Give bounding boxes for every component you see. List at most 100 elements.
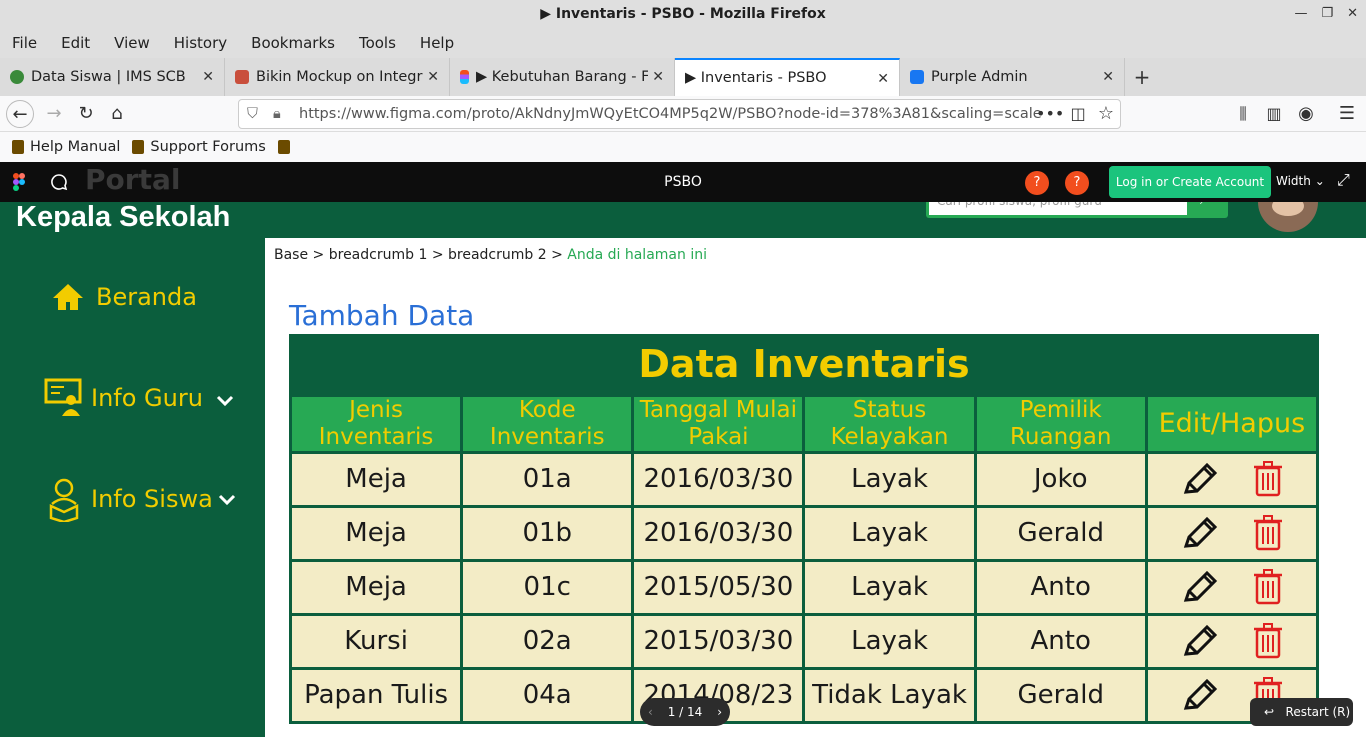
tab-inventaris[interactable]: ▶ Inventaris - PSBO ✕: [675, 58, 900, 96]
figma-favicon-icon: [460, 70, 469, 84]
library-icon[interactable]: ⫼: [1229, 100, 1257, 128]
cell-kode: 04a: [460, 666, 635, 724]
menu-help[interactable]: Help: [408, 34, 466, 52]
delete-trash-icon[interactable]: [1253, 569, 1282, 605]
search-icon[interactable]: ⌕: [1200, 202, 1209, 209]
breadcrumb-2[interactable]: breadcrumb 2: [448, 247, 547, 263]
bookmark-help-manual[interactable]: Help Manual: [12, 139, 120, 155]
close-tab-icon[interactable]: ✕: [1102, 69, 1114, 85]
chevron-down-icon[interactable]: [218, 491, 236, 509]
home-icon[interactable]: ⌂: [103, 100, 131, 128]
app-header: Kepala Sekolah Cari profil siswa, profil…: [0, 202, 1366, 238]
bookmark-unnamed[interactable]: [277, 140, 296, 154]
close-tab-icon[interactable]: ✕: [652, 69, 664, 85]
header-kode: Kode Inventaris: [460, 393, 635, 454]
tab-data-siswa[interactable]: Data Siswa | IMS SCB ✕: [0, 58, 225, 96]
close-window-button[interactable]: ✕: [1347, 0, 1358, 28]
close-tab-icon[interactable]: ✕: [877, 71, 889, 87]
table-row: Meja 01b 2016/03/30 Layak Gerald: [288, 504, 1320, 562]
window-controls: — ❐ ✕: [1294, 0, 1358, 28]
bookmark-support-forums[interactable]: Support Forums: [132, 139, 266, 155]
comment-icon[interactable]: [50, 173, 68, 191]
bookmark-label: Support Forums: [150, 139, 266, 155]
breadcrumb-current: Anda di halaman ini: [567, 247, 707, 263]
favicon-icon: [10, 70, 24, 84]
bookmarks-bar: Help Manual Support Forums: [0, 132, 1366, 162]
menu-view[interactable]: View: [102, 34, 162, 52]
student-icon: [49, 478, 79, 522]
bookmark-favicon-icon: [132, 140, 145, 154]
tab-bikin-mockup[interactable]: Bikin Mockup on Integr ✕: [225, 58, 450, 96]
back-icon[interactable]: ←: [6, 100, 34, 128]
sidebar-item-info-guru[interactable]: Info Guru: [44, 378, 274, 418]
reload-icon[interactable]: ↻: [72, 100, 100, 128]
sidebar-item-info-siswa[interactable]: Info Siswa: [48, 476, 278, 522]
cell-status: Tidak Layak: [802, 666, 977, 724]
edit-pencil-icon[interactable]: [1182, 570, 1218, 604]
maximize-button[interactable]: ❐: [1321, 0, 1333, 28]
more-actions-icon[interactable]: •••: [1036, 100, 1064, 128]
edit-pencil-icon[interactable]: [1182, 624, 1218, 658]
lock-icon: 🔒︎: [273, 106, 281, 122]
close-tab-icon[interactable]: ✕: [427, 69, 439, 85]
restart-button[interactable]: ↩ Restart (R): [1250, 698, 1353, 726]
cell-tanggal: 2015/03/30: [631, 612, 806, 670]
help-badge-2[interactable]: ?: [1065, 171, 1089, 195]
prototype-canvas: Kepala Sekolah Cari profil siswa, profil…: [0, 202, 1366, 737]
tambah-data-link[interactable]: Tambah Data: [289, 299, 474, 332]
favicon-icon: [910, 70, 924, 84]
menu-history[interactable]: History: [162, 34, 239, 52]
figma-logo-icon[interactable]: [13, 173, 25, 191]
width-dropdown[interactable]: Width ⌄: [1276, 174, 1325, 188]
menu-edit[interactable]: Edit: [49, 34, 102, 52]
tab-purple-admin[interactable]: Purple Admin ✕: [900, 58, 1125, 96]
breadcrumb-1[interactable]: breadcrumb 1: [329, 247, 428, 263]
new-tab-button[interactable]: +: [1125, 58, 1159, 96]
close-tab-icon[interactable]: ✕: [202, 69, 214, 85]
minimize-button[interactable]: —: [1294, 0, 1307, 28]
next-page-icon[interactable]: ›: [717, 698, 722, 726]
tab-kebutuhan-barang[interactable]: ▶ Kebutuhan Barang - F ✕: [450, 58, 675, 96]
width-label: Width: [1276, 174, 1311, 188]
bookmark-star-icon[interactable]: ☆: [1092, 100, 1120, 128]
breadcrumb-base[interactable]: Base: [274, 247, 308, 263]
search-input[interactable]: Cari profil siswa, profil guru: [929, 202, 1187, 215]
delete-trash-icon[interactable]: [1253, 461, 1282, 497]
menu-tools[interactable]: Tools: [347, 34, 408, 52]
table-row: Meja 01a 2016/03/30 Layak Joko: [288, 450, 1320, 508]
teacher-icon: [44, 378, 82, 416]
header-jenis: Jenis Inventaris: [288, 393, 464, 454]
cell-status: Layak: [802, 504, 977, 562]
cell-actions: [1144, 450, 1320, 508]
edit-pencil-icon[interactable]: [1182, 462, 1218, 496]
pocket-icon[interactable]: ◫: [1064, 100, 1092, 128]
breadcrumb-separator: >: [551, 247, 563, 263]
cell-pemilik: Gerald: [973, 504, 1148, 562]
menu-bookmarks[interactable]: Bookmarks: [239, 34, 347, 52]
menu-file[interactable]: File: [0, 34, 49, 52]
chevron-down-icon[interactable]: [216, 392, 234, 410]
forward-icon[interactable]: →: [40, 100, 68, 128]
hamburger-menu-icon[interactable]: ☰: [1333, 100, 1361, 128]
help-badge-1[interactable]: ?: [1025, 171, 1049, 195]
cell-status: Layak: [802, 612, 977, 670]
home-icon: [53, 284, 83, 310]
delete-trash-icon[interactable]: [1253, 515, 1282, 551]
sidebar-icon[interactable]: ▥: [1260, 100, 1288, 128]
fullscreen-icon[interactable]: ⤢: [1337, 170, 1350, 190]
cell-actions: [1144, 612, 1320, 670]
cell-tanggal: 2016/03/30: [631, 450, 806, 508]
url-bar[interactable]: ⛉ 🔒︎ https://www.figma.com/proto/AkNdnyJ…: [238, 99, 1121, 129]
portal-heading-faded: Portal: [85, 163, 181, 196]
avatar[interactable]: [1258, 202, 1318, 232]
sidebar-item-beranda[interactable]: Beranda: [52, 282, 197, 312]
account-icon[interactable]: ◉: [1292, 100, 1320, 128]
window-titlebar: ▶ Inventaris - PSBO - Mozilla Firefox — …: [0, 0, 1366, 28]
sidebar-item-label: Info Siswa: [91, 485, 213, 513]
page-navigator: ‹ 1 / 14 ›: [640, 698, 730, 726]
login-button[interactable]: Log in or Create Account: [1109, 166, 1271, 198]
delete-trash-icon[interactable]: [1253, 623, 1282, 659]
prev-page-icon[interactable]: ‹: [648, 698, 653, 726]
edit-pencil-icon[interactable]: [1182, 678, 1218, 712]
edit-pencil-icon[interactable]: [1182, 516, 1218, 550]
